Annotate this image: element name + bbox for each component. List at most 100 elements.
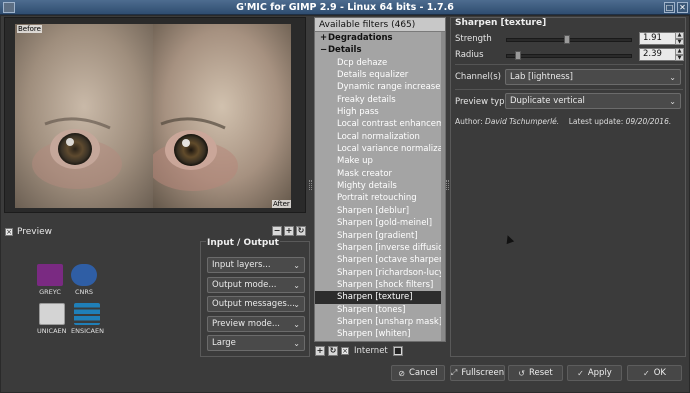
filter-item[interactable]: Dcp dehaze bbox=[315, 57, 445, 69]
splitter-handle[interactable] bbox=[446, 180, 449, 190]
filter-item[interactable]: Sharpen [gradient] bbox=[315, 230, 445, 242]
filter-item[interactable]: Sharpen [gold-meinel] bbox=[315, 217, 445, 229]
combo-value: Duplicate vertical bbox=[510, 96, 585, 106]
filter-item[interactable]: Sharpen [richardson-lucy] bbox=[315, 267, 445, 279]
apply-button[interactable]: ✓ Apply bbox=[567, 365, 622, 381]
split-arrow-icon[interactable] bbox=[304, 206, 305, 212]
preview-controls: − + ↻ bbox=[272, 226, 306, 236]
check-icon: ✓ bbox=[643, 368, 650, 378]
combo-value: Output messages... bbox=[212, 299, 295, 309]
filter-tree-scrollbar[interactable] bbox=[441, 32, 445, 341]
filter-item[interactable]: Local contrast enhancement bbox=[315, 118, 445, 130]
radius-slider[interactable] bbox=[506, 51, 632, 60]
refresh-button[interactable]: ↻ bbox=[296, 226, 306, 236]
cancel-button[interactable]: ⊘ Cancel bbox=[391, 365, 445, 381]
filter-item[interactable]: Details equalizer bbox=[315, 69, 445, 81]
filter-item[interactable]: Local normalization bbox=[315, 131, 445, 143]
collapse-icon: − bbox=[320, 45, 328, 56]
filter-category-degradations[interactable]: +Degradations bbox=[315, 32, 445, 44]
filter-item[interactable]: Mighty details bbox=[315, 180, 445, 192]
preview-type-row: Preview type bbox=[455, 96, 510, 108]
author-prefix: Author: bbox=[455, 117, 483, 126]
internet-checkbox[interactable]: × bbox=[341, 346, 349, 355]
filter-item-selected[interactable]: Sharpen [texture] bbox=[315, 291, 445, 304]
filter-item[interactable]: Sharpen [inverse diffusion] bbox=[315, 242, 445, 254]
strength-spinbox[interactable]: 1.91 bbox=[639, 32, 679, 45]
separator bbox=[455, 89, 683, 90]
ok-button[interactable]: ✓ OK bbox=[627, 365, 682, 381]
filter-item[interactable]: High pass bbox=[315, 106, 445, 118]
combo-value: Lab [lightness] bbox=[510, 72, 573, 82]
preview-mode-select[interactable]: Preview mode... ⌄ bbox=[207, 316, 305, 332]
filter-item[interactable]: Local variance normalization bbox=[315, 143, 445, 155]
chevron-down-icon: ⌄ bbox=[293, 320, 300, 329]
filter-item[interactable]: Sharpen [tones] bbox=[315, 304, 445, 316]
category-label: Degradations bbox=[328, 33, 393, 43]
update-filters-button[interactable]: ↻ bbox=[328, 345, 338, 356]
channels-label: Channel(s) bbox=[455, 72, 501, 82]
cnrs-logo-icon bbox=[71, 264, 97, 286]
strength-spin-buttons[interactable]: ▲ ▼ bbox=[675, 32, 684, 45]
filter-item[interactable]: Freaky details bbox=[315, 94, 445, 106]
reset-label: Reset bbox=[528, 368, 553, 378]
zoom-out-button[interactable]: − bbox=[272, 226, 282, 236]
filter-item[interactable]: Make up bbox=[315, 155, 445, 167]
filter-item[interactable]: Sharpen [octave sharpening] bbox=[315, 254, 445, 266]
channels-select[interactable]: Lab [lightness] ⌄ bbox=[505, 69, 681, 85]
app-icon[interactable] bbox=[3, 2, 15, 13]
preview-size-select[interactable]: Large ⌄ bbox=[207, 335, 305, 351]
combo-value: Preview mode... bbox=[212, 319, 280, 329]
filter-category-details[interactable]: −Details bbox=[315, 44, 445, 56]
combo-value: Large bbox=[212, 338, 236, 348]
filter-item[interactable]: Sharpen [unsharp mask] bbox=[315, 316, 445, 328]
strength-slider-handle[interactable] bbox=[564, 35, 570, 44]
output-mode-select[interactable]: Output mode... ⌄ bbox=[207, 277, 305, 293]
preview-toggle[interactable]: × Preview bbox=[5, 227, 52, 237]
cancel-icon: ⊘ bbox=[398, 368, 405, 378]
preview-after-image bbox=[153, 24, 291, 208]
zoom-in-button[interactable]: + bbox=[284, 226, 294, 236]
greyc-logo-icon bbox=[37, 264, 63, 286]
radius-spinbox[interactable]: 2.39 bbox=[639, 48, 679, 61]
logo-label: GREYC bbox=[39, 288, 61, 296]
filter-item[interactable]: Sharpen [shock filters] bbox=[315, 279, 445, 291]
input-output-title: Input / Output bbox=[206, 238, 280, 248]
filter-tree[interactable]: Available filters (465) +Degradations −D… bbox=[314, 17, 446, 342]
logo-ensicaen: ENSICAEN bbox=[71, 303, 104, 335]
radius-spin-buttons[interactable]: ▲ ▼ bbox=[675, 48, 684, 61]
strength-slider[interactable] bbox=[506, 35, 632, 44]
splitter-handle[interactable] bbox=[309, 180, 312, 190]
logo-cnrs: CNRS bbox=[71, 264, 97, 296]
preview-checkbox[interactable]: × bbox=[5, 228, 13, 236]
filter-item[interactable]: Portrait retouching bbox=[315, 192, 445, 204]
unicaen-logo-icon bbox=[38, 303, 65, 325]
combo-value: Input layers... bbox=[212, 260, 271, 270]
fullscreen-label: Fullscreen bbox=[461, 368, 505, 378]
expand-icon: + bbox=[320, 33, 328, 43]
add-favorite-button[interactable]: + bbox=[315, 345, 325, 356]
filter-item[interactable]: Sharpen [whiten] bbox=[315, 328, 445, 340]
radius-slider-handle[interactable] bbox=[515, 51, 521, 60]
author-info: Author: David Tschumperlé. Latest update… bbox=[455, 117, 671, 126]
preview-pane[interactable]: Before After bbox=[4, 17, 306, 213]
filter-item[interactable]: Mask creator bbox=[315, 168, 445, 180]
update-label: Latest update: bbox=[568, 117, 624, 126]
output-messages-select[interactable]: Output messages... ⌄ bbox=[207, 296, 305, 312]
reset-icon: ↺ bbox=[518, 368, 525, 378]
chevron-down-icon: ⌄ bbox=[293, 300, 300, 309]
settings-button[interactable]: ■ bbox=[392, 345, 403, 356]
input-layers-select[interactable]: Input layers... ⌄ bbox=[207, 257, 305, 273]
filter-item[interactable]: Sharpen [deblur] bbox=[315, 205, 445, 217]
preview-type-select[interactable]: Duplicate vertical ⌄ bbox=[505, 93, 681, 109]
fullscreen-button[interactable]: ⤢ Fullscreen bbox=[450, 365, 505, 381]
ok-label: OK bbox=[653, 368, 666, 378]
input-output-group: Input / Output Input layers... ⌄ Output m… bbox=[200, 238, 310, 357]
filter-item[interactable]: Dynamic range increase bbox=[315, 81, 445, 93]
reset-button[interactable]: ↺ Reset bbox=[508, 365, 563, 381]
close-icon[interactable]: ✕ bbox=[677, 2, 688, 13]
filter-tools: + ↻ × Internet ■ bbox=[315, 344, 403, 357]
separator bbox=[455, 64, 683, 65]
maximize-icon[interactable]: □ bbox=[664, 2, 675, 13]
preview-before-image bbox=[15, 24, 153, 208]
logo-greyc: GREYC bbox=[37, 264, 63, 296]
